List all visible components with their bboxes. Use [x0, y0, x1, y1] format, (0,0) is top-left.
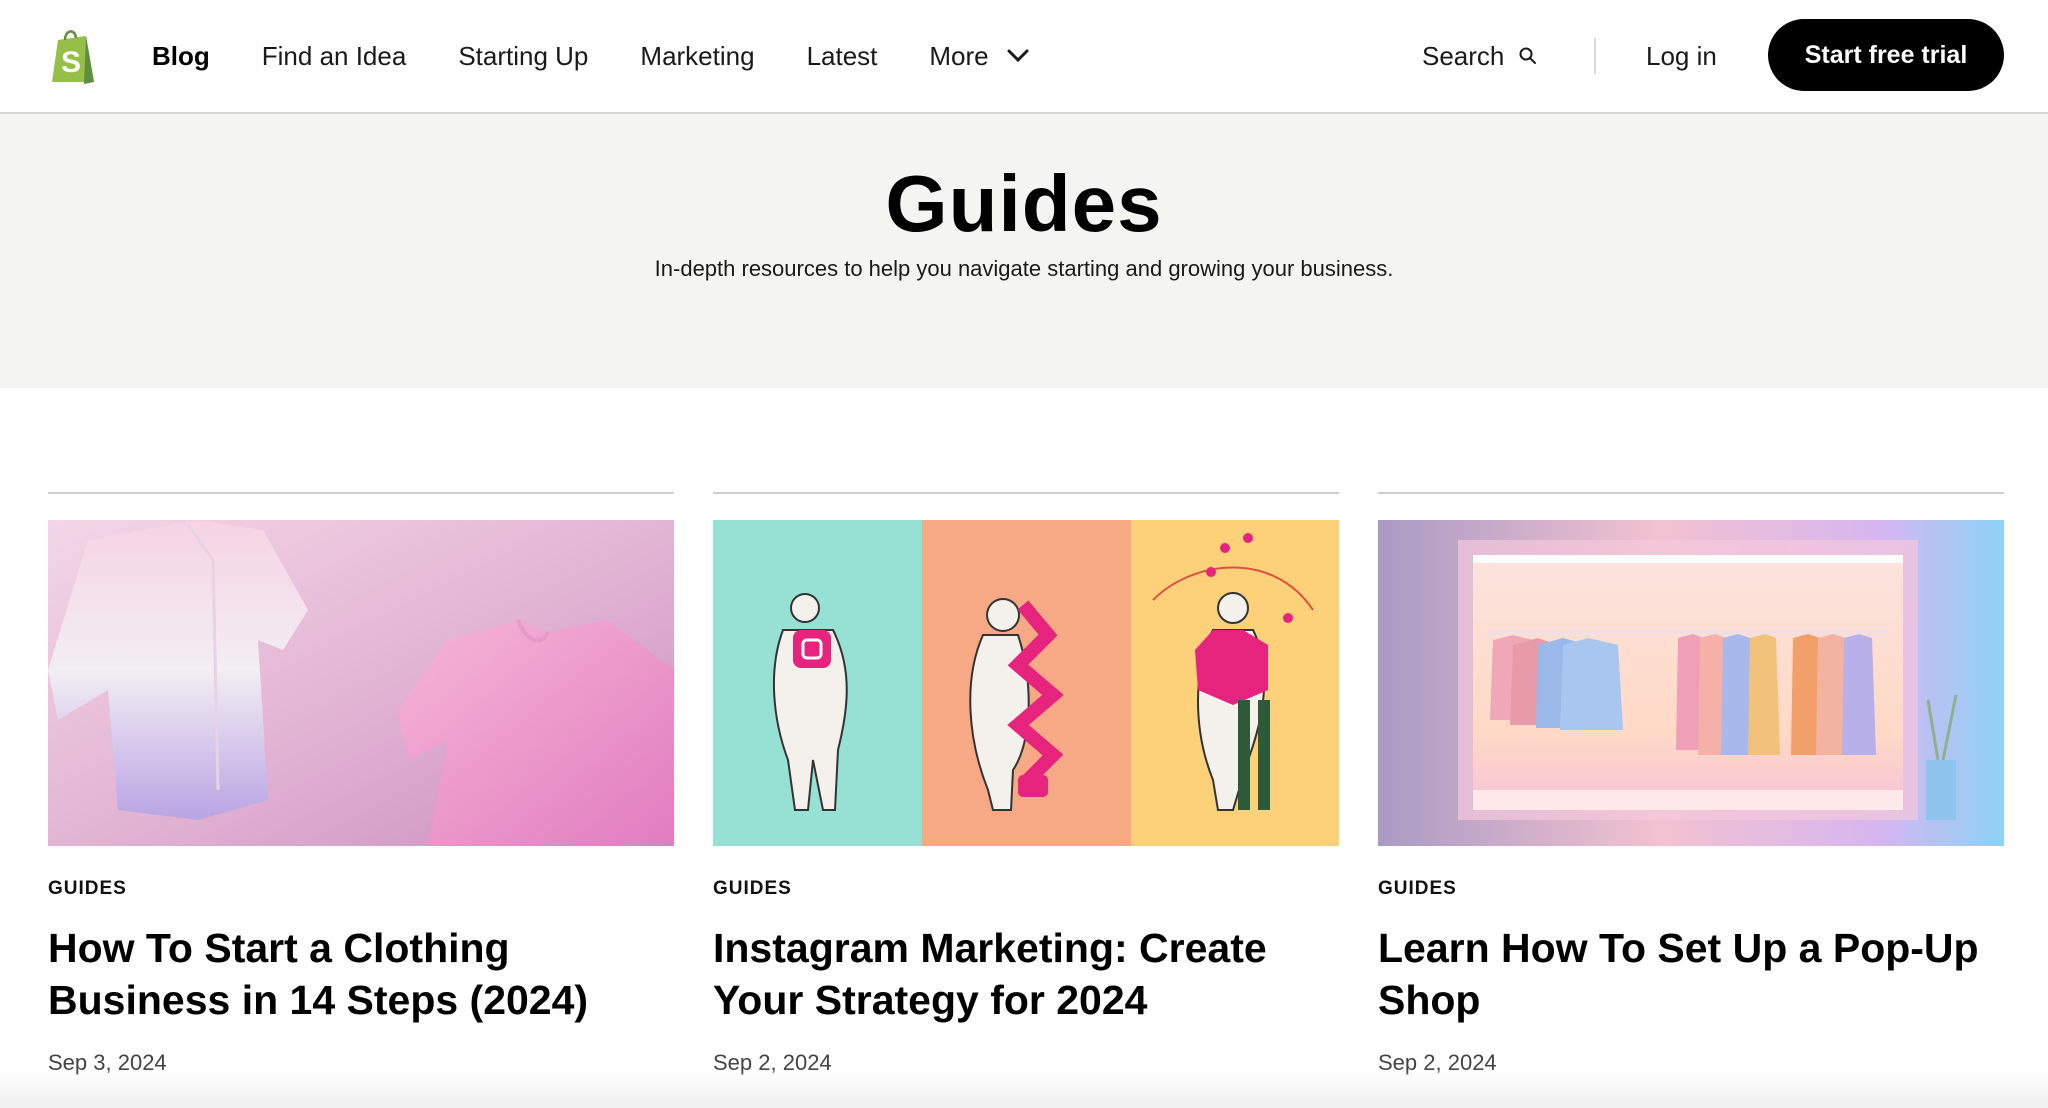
article-image-instagram[interactable]: [713, 520, 1339, 846]
bottom-fade: [0, 1068, 2048, 1108]
article-category: GUIDES: [1378, 878, 1457, 899]
article-card[interactable]: GUIDES How To Start a Clothing Business …: [48, 492, 674, 1075]
search-icon: [1519, 47, 1537, 64]
nav-item-latest[interactable]: Latest: [807, 41, 878, 72]
article-card[interactable]: GUIDES Learn How To Set Up a Pop-Up Shop…: [1378, 492, 2004, 1075]
search-button[interactable]: Search: [1422, 0, 1538, 112]
shopify-logo-icon[interactable]: S: [48, 26, 100, 84]
nav-item-blog[interactable]: Blog: [152, 41, 210, 72]
article-image-popup-shop[interactable]: [1378, 520, 2004, 846]
chevron-down-icon: [1007, 49, 1029, 63]
article-title[interactable]: Instagram Marketing: Create Your Strateg…: [713, 922, 1339, 1026]
nav-item-more-label: More: [929, 40, 989, 71]
svg-text:S: S: [61, 46, 81, 79]
site-header: S Blog Find an Idea Starting Up Marketin…: [0, 0, 2048, 114]
article-category: GUIDES: [713, 878, 792, 899]
main-nav: Blog Find an Idea Starting Up Marketing …: [152, 0, 1081, 112]
card-divider: [48, 492, 674, 494]
nav-item-more[interactable]: More: [929, 40, 1029, 72]
card-divider: [1378, 492, 2004, 494]
article-title[interactable]: Learn How To Set Up a Pop-Up Shop: [1378, 922, 2004, 1026]
nav-item-starting-up[interactable]: Starting Up: [458, 41, 588, 72]
article-title[interactable]: How To Start a Clothing Business in 14 S…: [48, 922, 674, 1026]
login-link[interactable]: Log in: [1646, 0, 1717, 112]
card-divider: [713, 492, 1339, 494]
article-category: GUIDES: [48, 878, 127, 899]
page-title: Guides: [885, 159, 1163, 248]
article-card[interactable]: GUIDES Instagram Marketing: Create Your …: [713, 492, 1339, 1075]
hero-banner: Guides In-depth resources to help you na…: [0, 114, 2048, 388]
search-label: Search: [1422, 40, 1505, 71]
article-image-clothing[interactable]: [48, 520, 674, 846]
start-free-trial-button[interactable]: Start free trial: [1768, 19, 2004, 91]
header-divider: [1594, 38, 1596, 74]
nav-item-find-an-idea[interactable]: Find an Idea: [262, 41, 407, 72]
nav-item-marketing[interactable]: Marketing: [640, 41, 754, 72]
page-subtitle: In-depth resources to help you navigate …: [654, 256, 1394, 281]
